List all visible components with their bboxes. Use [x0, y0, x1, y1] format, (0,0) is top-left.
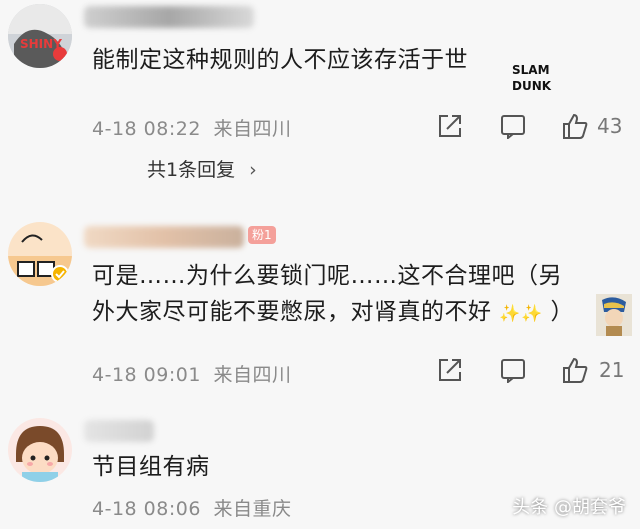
- avatar[interactable]: [8, 418, 72, 482]
- timestamp: 4-18 08:06: [92, 498, 201, 520]
- like-icon[interactable]: [561, 356, 588, 383]
- avatar[interactable]: [8, 222, 72, 286]
- comment-text-line-2: 外大家尽可能不要憋尿，对肾真的不好 ✨✨ ）: [92, 294, 574, 332]
- comment-text: 能制定这种规则的人不应该存活于世: [92, 47, 468, 73]
- avatar-image: SHINY: [8, 4, 72, 68]
- view-replies-link[interactable]: 共1条回复 ›: [147, 155, 257, 182]
- timestamp: 4-18 08:22: [92, 118, 201, 140]
- avatar-image: [8, 222, 72, 286]
- chevron-right-icon: ›: [249, 159, 257, 181]
- share-icon[interactable]: [437, 113, 463, 139]
- comment-meta: 4-18 09:01 来自四川: [92, 360, 291, 387]
- like-icon[interactable]: [561, 112, 588, 139]
- svg-text:DUNK: DUNK: [512, 79, 552, 93]
- comment-1: SHINY 能制定这种规则的人不应该存活于世 SLAM DUNK 4-18 08…: [0, 0, 640, 195]
- location: 来自四川: [213, 118, 292, 140]
- comment-icon[interactable]: [500, 357, 526, 385]
- comment-text-line-2-main: 外大家尽可能不要憋尿，对肾真的不好: [92, 299, 492, 325]
- comment-text-line-1: 可是……为什么要锁门呢……这不合理吧（另: [92, 263, 562, 289]
- timestamp: 4-18 09:01: [92, 364, 201, 386]
- avatar-image: [8, 418, 72, 482]
- slam-dunk-sticker: SLAM DUNK: [510, 58, 554, 98]
- avatar[interactable]: SHINY: [8, 4, 72, 68]
- location: 来自四川: [213, 364, 292, 386]
- comment-text-line-2-end: ）: [550, 299, 574, 325]
- username-blurred[interactable]: [84, 420, 154, 442]
- watermark: 头条 @胡套爷: [512, 497, 626, 518]
- comment-meta: 4-18 08:22 来自四川: [92, 114, 291, 141]
- girl-with-pearl-earring-sticker: [596, 294, 632, 336]
- fan-badge: 粉1: [248, 226, 276, 244]
- comment-icon[interactable]: [500, 113, 526, 141]
- replies-label: 共1条回复: [147, 159, 236, 181]
- sparkle-emoji: ✨✨: [499, 304, 543, 324]
- location: 来自重庆: [213, 498, 292, 520]
- username-blurred[interactable]: [84, 226, 244, 248]
- username-blurred[interactable]: [84, 6, 254, 28]
- comment-text: 可是……为什么要锁门呢……这不合理吧（另 外大家尽可能不要憋尿，对肾真的不好 ✨…: [92, 258, 574, 332]
- like-count: 43: [597, 114, 623, 138]
- share-icon[interactable]: [437, 357, 463, 383]
- comment-meta: 4-18 08:06 来自重庆: [92, 494, 291, 521]
- comment-text: 节目组有病: [92, 454, 210, 480]
- like-count: 21: [599, 358, 625, 382]
- svg-text:SLAM: SLAM: [512, 63, 550, 77]
